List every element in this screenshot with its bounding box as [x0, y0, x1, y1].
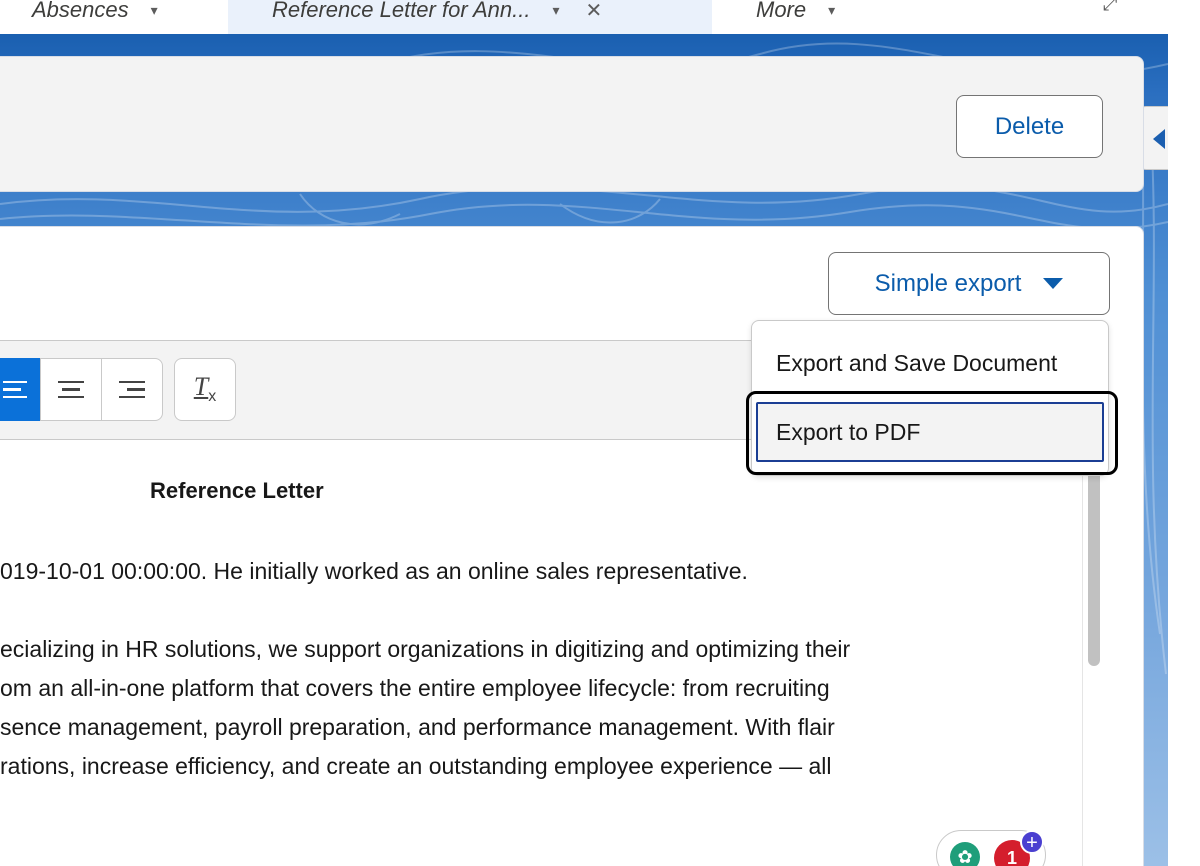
align-right-button[interactable]: [101, 358, 163, 421]
tab-reference-letter-label: Reference Letter for Ann...: [272, 0, 531, 22]
align-right-icon: [119, 380, 145, 399]
editor-scrollbar-thumb[interactable]: [1088, 448, 1100, 666]
clear-formatting-icon: Tx: [193, 372, 217, 406]
tab-more[interactable]: More ▾: [712, 0, 892, 34]
align-center-button[interactable]: [40, 358, 102, 421]
document-line: ecializing in HR solutions, we support o…: [0, 636, 851, 662]
clear-formatting-button[interactable]: Tx: [174, 358, 236, 421]
chevron-down-icon[interactable]: ▾: [552, 2, 559, 19]
tab-absences[interactable]: Absences ▾: [32, 0, 228, 34]
tab-absences-label: Absences: [32, 0, 129, 22]
align-left-icon: [3, 380, 27, 399]
document-line: 019-10-01 00:00:00. He initially worked …: [0, 558, 748, 584]
document-title: Reference Letter: [150, 478, 324, 503]
document-line: rations, increase efficiency, and create…: [0, 753, 832, 779]
simple-export-label: Simple export: [874, 269, 1022, 297]
tab-bar: Absences ▾ Reference Letter for Ann... ▾…: [0, 0, 1168, 34]
align-left-button[interactable]: [0, 358, 40, 421]
document-line: sence management, payroll preparation, a…: [0, 714, 835, 740]
app-frame: Absences ▾ Reference Letter for Ann... ▾…: [0, 0, 1200, 866]
right-rail: [1168, 0, 1200, 866]
chevron-down-icon[interactable]: ▾: [151, 2, 158, 19]
menu-item-export-save[interactable]: Export and Save Document: [776, 350, 1057, 377]
add-icon[interactable]: +: [1020, 830, 1044, 854]
tab-reference-letter[interactable]: Reference Letter for Ann... ▾ ✕: [228, 0, 712, 34]
expand-icon[interactable]: ⤢: [1103, 0, 1117, 15]
caret-down-icon: [1043, 278, 1064, 289]
align-center-icon: [58, 380, 84, 399]
assistant-icon[interactable]: ✿: [950, 842, 980, 866]
focus-ring: [746, 391, 1118, 475]
chevron-down-icon[interactable]: ▾: [828, 2, 835, 19]
delete-button-label: Delete: [994, 112, 1065, 140]
document-line: om an all-in-one platform that covers th…: [0, 675, 830, 701]
tab-more-label: More: [756, 0, 807, 22]
close-icon[interactable]: ✕: [585, 0, 602, 23]
simple-export-button[interactable]: Simple export: [828, 252, 1110, 315]
chevron-left-icon: [1153, 129, 1165, 149]
delete-button[interactable]: Delete: [956, 95, 1103, 158]
